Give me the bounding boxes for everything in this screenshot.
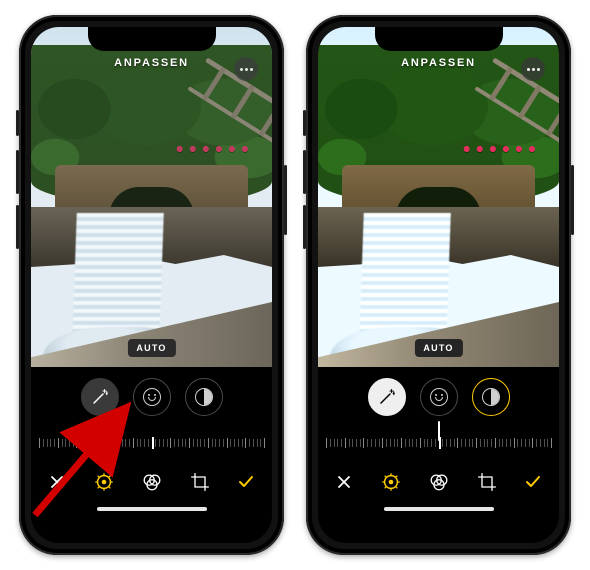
intensity-slider[interactable] xyxy=(318,427,559,457)
adjustment-row xyxy=(31,367,272,427)
volume-down xyxy=(16,205,19,249)
auto-enhance-button[interactable] xyxy=(81,378,119,416)
contrast-icon xyxy=(195,388,213,406)
cancel-button[interactable] xyxy=(43,468,71,496)
exposure-icon xyxy=(143,388,161,406)
volume-up xyxy=(16,150,19,194)
slider-marker xyxy=(438,421,440,441)
done-button[interactable] xyxy=(519,468,547,496)
notch xyxy=(88,27,216,51)
crop-icon xyxy=(477,472,497,492)
bottom-toolbar xyxy=(31,457,272,507)
checkmark-icon xyxy=(524,473,542,491)
close-icon xyxy=(49,474,65,490)
filters-icon xyxy=(428,471,450,493)
crop-tab[interactable] xyxy=(189,471,211,493)
phone-right: ANPASSEN AUTO xyxy=(306,15,571,555)
home-indicator[interactable] xyxy=(318,507,559,521)
phone-left: ANPASSEN AUTO xyxy=(19,15,284,555)
more-button[interactable] xyxy=(234,57,258,81)
notch xyxy=(375,27,503,51)
auto-enhance-button[interactable] xyxy=(368,378,406,416)
more-button[interactable] xyxy=(521,57,545,81)
screen: ANPASSEN AUTO xyxy=(31,27,272,543)
exposure-icon xyxy=(430,388,448,406)
adjust-tab[interactable] xyxy=(380,471,402,493)
power-button xyxy=(284,165,287,235)
adjust-tab[interactable] xyxy=(93,471,115,493)
adjust-dial-icon xyxy=(380,471,402,493)
page-title: ANPASSEN xyxy=(114,57,189,69)
cancel-button[interactable] xyxy=(330,468,358,496)
magic-wand-icon xyxy=(91,388,109,406)
filters-tab[interactable] xyxy=(428,471,450,493)
photo-area: ANPASSEN AUTO xyxy=(318,27,559,367)
crop-tab[interactable] xyxy=(476,471,498,493)
close-icon xyxy=(336,474,352,490)
contrast-button[interactable] xyxy=(185,378,223,416)
screen: ANPASSEN AUTO xyxy=(318,27,559,543)
exposure-button[interactable] xyxy=(420,378,458,416)
auto-badge: AUTO xyxy=(127,339,175,357)
bottom-toolbar xyxy=(318,457,559,507)
intensity-slider[interactable] xyxy=(31,427,272,457)
photo-area: ANPASSEN AUTO xyxy=(31,27,272,367)
edited-photo xyxy=(31,27,272,367)
crop-icon xyxy=(190,472,210,492)
filters-tab[interactable] xyxy=(141,471,163,493)
page-title: ANPASSEN xyxy=(401,57,476,69)
edited-photo xyxy=(318,27,559,367)
adjust-dial-icon xyxy=(93,471,115,493)
mute-switch xyxy=(16,110,19,136)
auto-badge: AUTO xyxy=(414,339,462,357)
power-button xyxy=(571,165,574,235)
contrast-button[interactable] xyxy=(472,378,510,416)
done-button[interactable] xyxy=(232,468,260,496)
adjustment-row xyxy=(318,367,559,427)
filters-icon xyxy=(141,471,163,493)
magic-wand-icon xyxy=(378,388,396,406)
volume-down xyxy=(303,205,306,249)
volume-up xyxy=(303,150,306,194)
checkmark-icon xyxy=(237,473,255,491)
mute-switch xyxy=(303,110,306,136)
exposure-button[interactable] xyxy=(133,378,171,416)
contrast-icon xyxy=(482,388,500,406)
home-indicator[interactable] xyxy=(31,507,272,521)
